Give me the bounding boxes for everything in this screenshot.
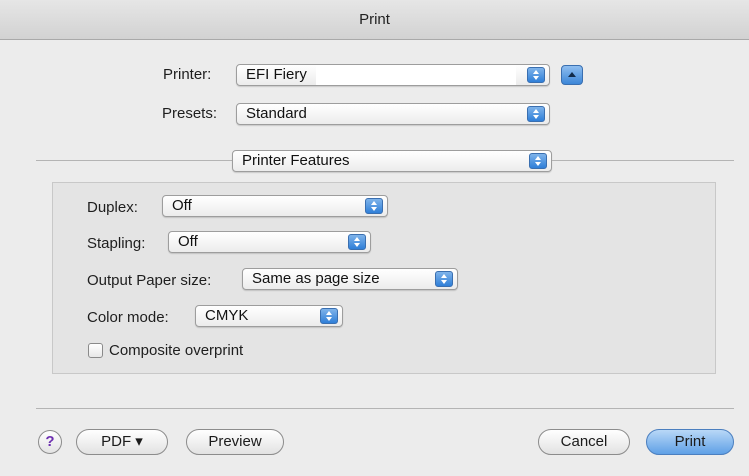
output-paper-size-value: Same as page size bbox=[252, 270, 380, 287]
presets-value: Standard bbox=[246, 105, 307, 122]
up-down-arrows-icon bbox=[527, 67, 545, 83]
separator-left bbox=[36, 160, 232, 161]
presets-label: Presets: bbox=[162, 105, 218, 122]
up-down-arrows-icon bbox=[348, 234, 366, 250]
color-mode-label: Color mode: bbox=[87, 309, 169, 326]
up-down-arrows-icon bbox=[529, 153, 547, 169]
printer-label: Printer: bbox=[163, 66, 212, 83]
output-paper-size-label: Output Paper size: bbox=[87, 272, 212, 289]
composite-overprint-label: Composite overprint bbox=[109, 342, 244, 359]
stapling-value: Off bbox=[178, 233, 198, 250]
stapling-label: Stapling: bbox=[87, 235, 146, 252]
duplex-value: Off bbox=[172, 197, 192, 214]
help-button[interactable]: ? bbox=[38, 430, 62, 454]
composite-overprint-checkbox[interactable] bbox=[88, 343, 103, 358]
printer-value: EFI Fiery bbox=[246, 66, 307, 83]
preview-button[interactable]: Preview bbox=[186, 429, 284, 455]
print-button[interactable]: Print bbox=[646, 429, 734, 455]
up-down-arrows-icon bbox=[527, 106, 545, 122]
up-down-arrows-icon bbox=[320, 308, 338, 324]
triangle-up-icon bbox=[568, 72, 576, 77]
section-popup[interactable]: Printer Features bbox=[232, 150, 552, 172]
up-down-arrows-icon bbox=[365, 198, 383, 214]
disclosure-button[interactable] bbox=[561, 65, 583, 85]
output-paper-size-popup[interactable]: Same as page size bbox=[242, 268, 458, 290]
up-down-arrows-icon bbox=[435, 271, 453, 287]
window-title: Print bbox=[0, 0, 749, 40]
duplex-popup[interactable]: Off bbox=[162, 195, 388, 217]
pdf-button[interactable]: PDF ▾ bbox=[76, 429, 168, 455]
footer-separator bbox=[36, 408, 734, 409]
separator-right bbox=[552, 160, 734, 161]
stapling-popup[interactable]: Off bbox=[168, 231, 371, 253]
cancel-button[interactable]: Cancel bbox=[538, 429, 630, 455]
presets-popup[interactable]: Standard bbox=[236, 103, 550, 125]
color-mode-popup[interactable]: CMYK bbox=[195, 305, 343, 327]
color-mode-value: CMYK bbox=[205, 307, 249, 324]
question-mark-icon: ? bbox=[45, 433, 55, 450]
redaction-block bbox=[316, 65, 516, 85]
duplex-label: Duplex: bbox=[87, 199, 138, 216]
section-value: Printer Features bbox=[242, 152, 350, 169]
